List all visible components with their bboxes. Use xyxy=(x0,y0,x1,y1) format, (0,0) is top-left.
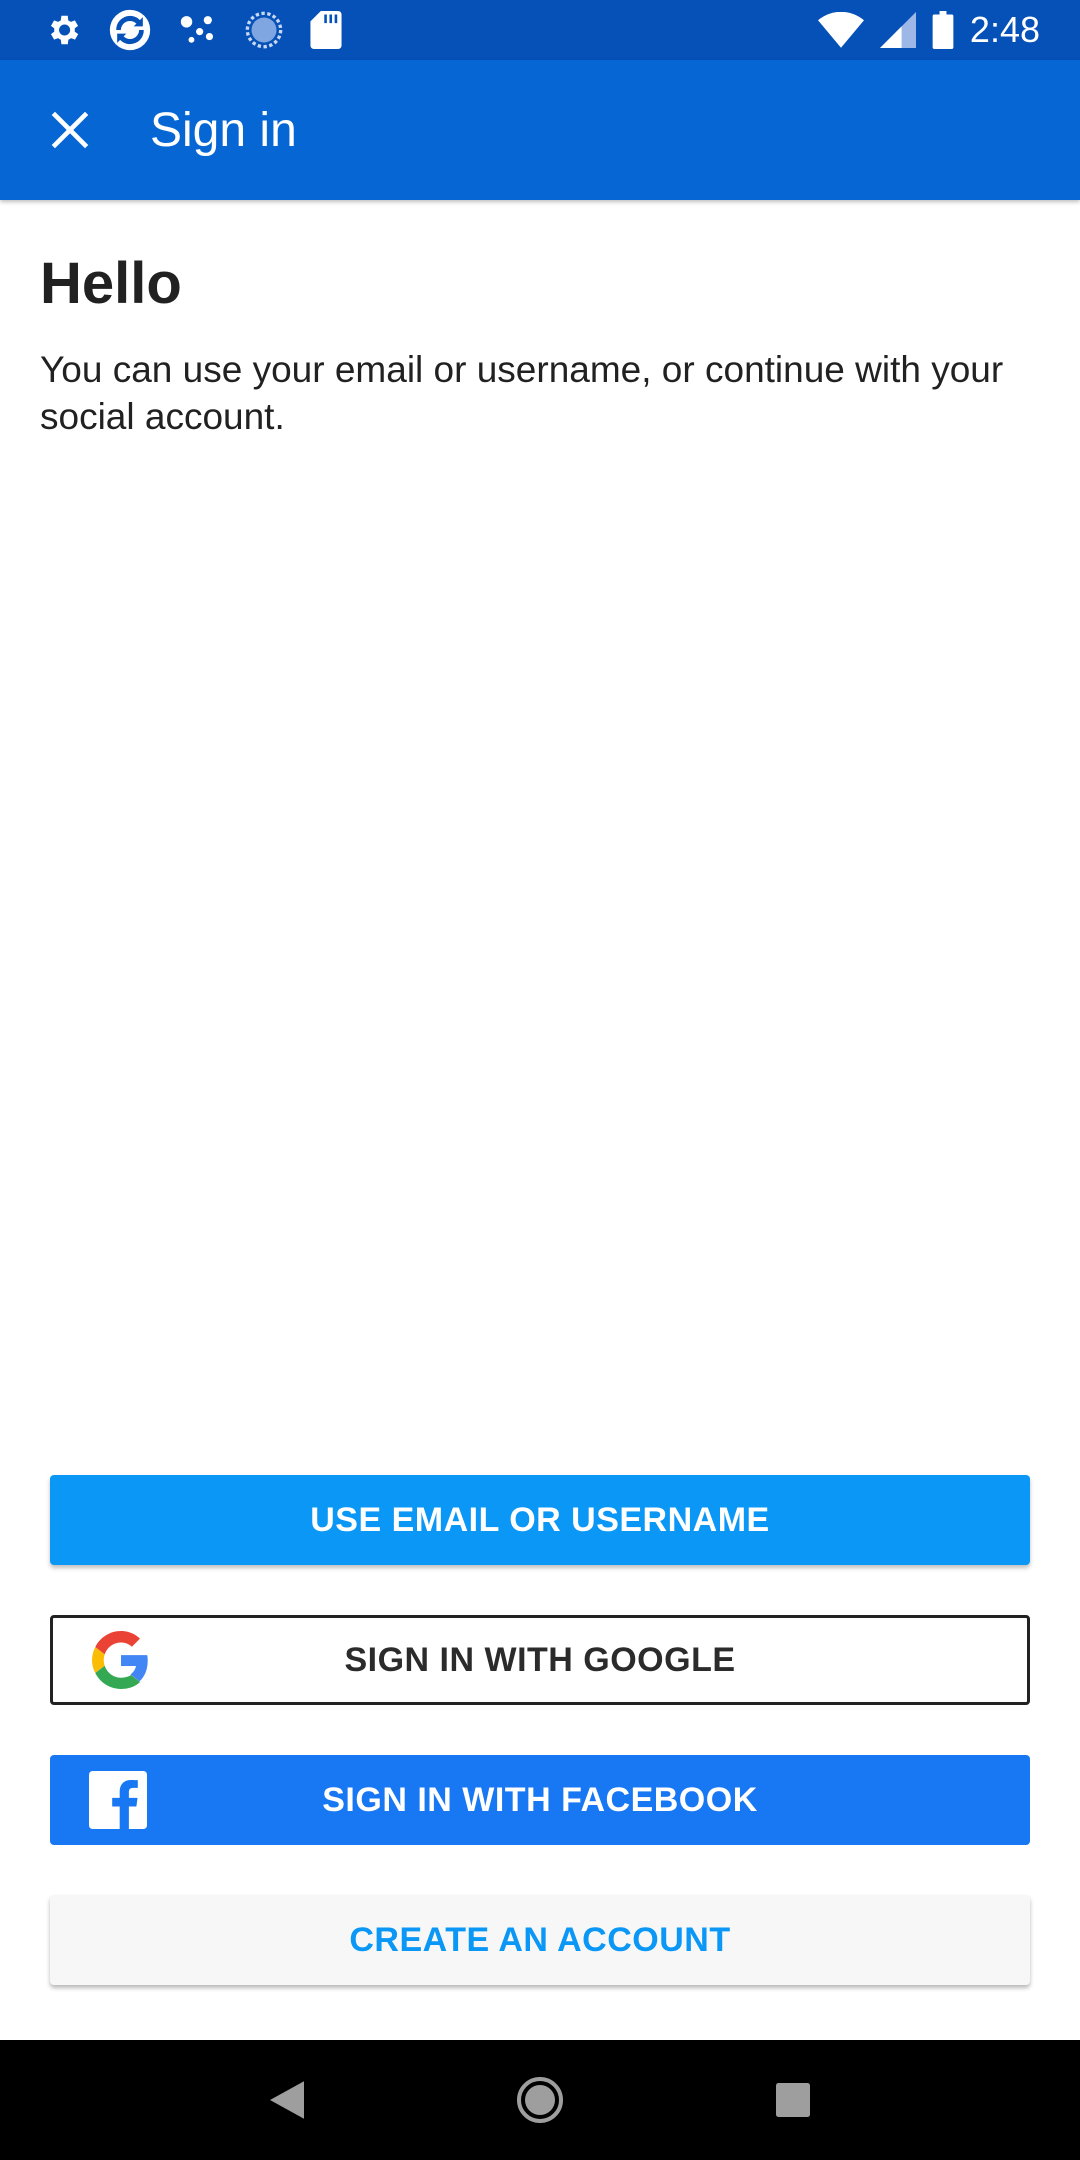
create-account-button[interactable]: CREATE AN ACCOUNT xyxy=(50,1895,1030,1985)
back-button[interactable] xyxy=(242,2055,332,2145)
sync-app-icon xyxy=(108,8,152,52)
settings-icon xyxy=(44,11,82,49)
create-account-label: CREATE AN ACCOUNT xyxy=(349,1920,731,1959)
google-sign-in-button[interactable]: SIGN IN WITH GOOGLE xyxy=(50,1615,1030,1705)
recents-button[interactable] xyxy=(748,2055,838,2145)
screen: 2:48 Sign in Hello You can use your emai… xyxy=(0,0,1080,2160)
sd-card-icon xyxy=(310,11,342,49)
signal-icon xyxy=(879,12,916,48)
use-email-label: USE EMAIL OR USERNAME xyxy=(310,1500,770,1539)
page-title: Sign in xyxy=(150,103,297,157)
status-bar: 2:48 xyxy=(0,0,1080,60)
loading-icon xyxy=(244,10,284,50)
home-icon xyxy=(516,2077,563,2123)
back-icon xyxy=(269,2081,304,2119)
status-left xyxy=(44,8,368,52)
facebook-icon xyxy=(88,1770,148,1830)
google-icon xyxy=(91,1630,151,1690)
recents-icon xyxy=(776,2083,811,2117)
wifi-icon xyxy=(817,12,864,48)
status-right: 2:48 xyxy=(802,9,1040,51)
battery-icon xyxy=(932,11,954,49)
app-bar: Sign in xyxy=(0,60,1080,200)
close-icon xyxy=(51,111,89,149)
use-email-button[interactable]: USE EMAIL OR USERNAME xyxy=(50,1475,1030,1565)
intro-text: You can use your email or username, or c… xyxy=(40,349,1004,437)
close-button[interactable] xyxy=(0,60,140,200)
facebook-sign-in-button[interactable]: SIGN IN WITH FACEBOOK xyxy=(50,1755,1030,1845)
greeting-heading: Hello xyxy=(40,251,182,316)
status-time: 2:48 xyxy=(969,9,1040,50)
google-sign-in-label: SIGN IN WITH GOOGLE xyxy=(344,1640,736,1679)
home-button[interactable] xyxy=(495,2055,585,2145)
facebook-sign-in-label: SIGN IN WITH FACEBOOK xyxy=(322,1780,758,1819)
dots-icon xyxy=(178,12,218,48)
system-nav-bar xyxy=(0,2040,1080,2160)
